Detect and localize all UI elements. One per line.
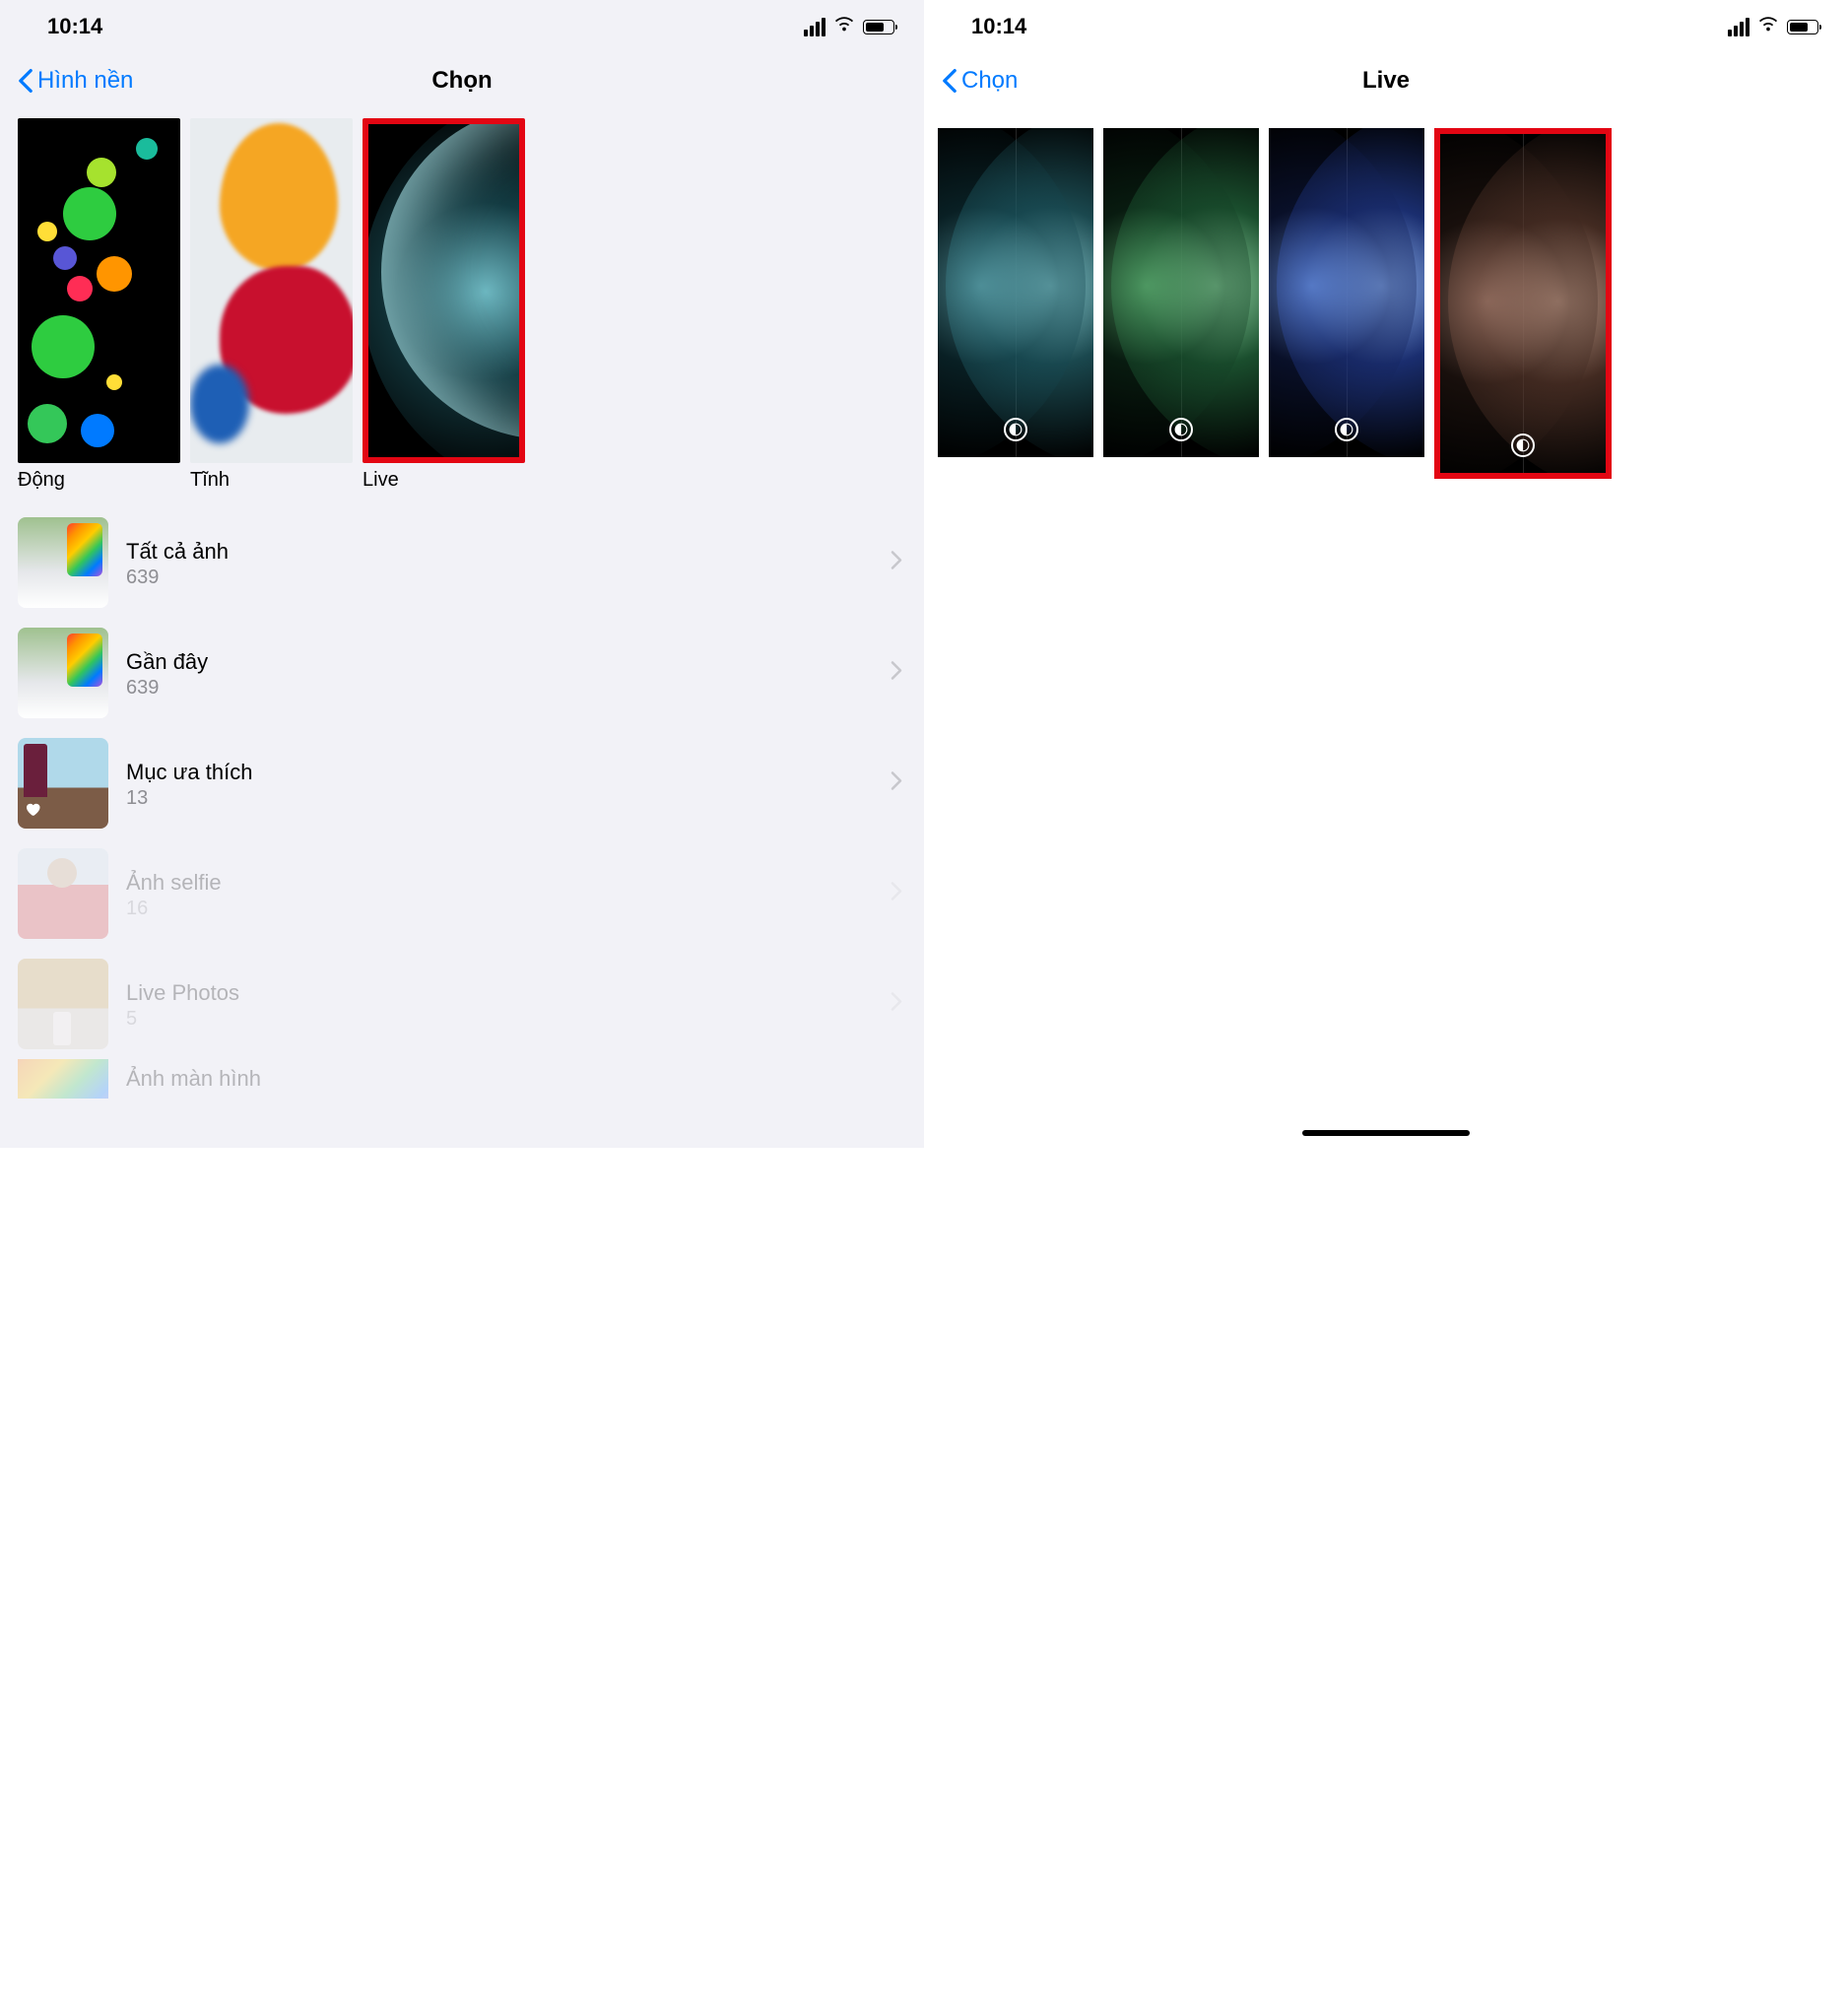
page-title: Chọn	[0, 67, 924, 95]
nav-bar: Chọn Live	[924, 53, 1848, 108]
album-livephotos[interactable]: Live Photos 5	[0, 949, 924, 1059]
albums-list: Tất cả ảnh 639 Gần đây 639	[0, 498, 924, 1099]
wallpaper-blue[interactable]	[1269, 128, 1424, 457]
chevron-right-icon	[891, 992, 902, 1017]
status-bar: 10:14	[924, 0, 1848, 53]
chevron-right-icon	[891, 661, 902, 686]
battery-icon	[863, 20, 894, 34]
category-dong-thumb	[18, 118, 180, 463]
album-livephotos-text: Live Photos 5	[126, 977, 239, 1032]
album-recent-thumb	[18, 628, 108, 718]
status-time: 10:14	[971, 14, 1026, 39]
signal-icon	[1728, 18, 1749, 36]
chevron-right-icon	[891, 771, 902, 796]
back-button[interactable]: Hình nền	[18, 67, 133, 95]
album-livephotos-thumb	[18, 959, 108, 1049]
album-favorites[interactable]: Mục ưa thích 13	[0, 728, 924, 838]
chevron-left-icon	[18, 68, 33, 94]
album-recent-text: Gần đây 639	[126, 646, 208, 700]
signal-icon	[804, 18, 825, 36]
back-label: Chọn	[961, 67, 1018, 95]
status-icons	[804, 13, 894, 40]
album-screenshot-text: Ảnh màn hình	[126, 1063, 261, 1095]
wallpaper-copper[interactable]	[1434, 128, 1612, 479]
status-time: 10:14	[47, 14, 102, 39]
category-dong[interactable]: Động	[18, 118, 180, 492]
back-button[interactable]: Chọn	[942, 67, 1018, 95]
wallpaper-teal[interactable]	[938, 128, 1093, 457]
album-recent[interactable]: Gần đây 639	[0, 618, 924, 728]
darkmode-icon	[1004, 418, 1027, 441]
screen-live: 10:14 Chọn Live	[924, 0, 1848, 1148]
album-all-text: Tất cả ảnh 639	[126, 536, 229, 590]
home-indicator[interactable]	[1302, 1130, 1470, 1136]
chevron-left-icon	[942, 68, 957, 94]
album-favorites-thumb	[18, 738, 108, 829]
album-screenshot-thumb	[18, 1059, 108, 1099]
album-selfie[interactable]: Ảnh selfie 16	[0, 838, 924, 949]
page-title: Live	[924, 67, 1848, 95]
wifi-icon	[833, 13, 855, 40]
category-tinh-label: Tĩnh	[190, 469, 353, 492]
darkmode-icon	[1511, 434, 1535, 457]
empty-area	[0, 1148, 1848, 2001]
darkmode-icon	[1169, 418, 1193, 441]
status-bar: 10:14	[0, 0, 924, 53]
album-selfie-thumb	[18, 848, 108, 939]
category-row: Động Tĩnh Live	[0, 108, 924, 498]
album-all[interactable]: Tất cả ảnh 639	[0, 507, 924, 618]
back-label: Hình nền	[37, 67, 133, 95]
category-live-thumb	[363, 118, 525, 463]
wallpaper-green[interactable]	[1103, 128, 1259, 457]
album-favorites-text: Mục ưa thích 13	[126, 757, 252, 811]
status-icons	[1728, 13, 1818, 40]
album-screenshot[interactable]: Ảnh màn hình	[0, 1059, 924, 1099]
heart-icon	[24, 800, 41, 823]
album-selfie-text: Ảnh selfie 16	[126, 867, 222, 921]
category-live[interactable]: Live	[363, 118, 525, 492]
category-tinh-thumb	[190, 118, 353, 463]
darkmode-icon	[1335, 418, 1358, 441]
category-dong-label: Động	[18, 469, 180, 492]
wallpaper-grid	[924, 108, 1848, 499]
wifi-icon	[1757, 13, 1779, 40]
screen-choose: 10:14 Hình nền Chọn	[0, 0, 924, 1148]
nav-bar: Hình nền Chọn	[0, 53, 924, 108]
category-tinh[interactable]: Tĩnh	[190, 118, 353, 492]
chevron-right-icon	[891, 551, 902, 575]
chevron-right-icon	[891, 882, 902, 906]
album-all-thumb	[18, 517, 108, 608]
battery-icon	[1787, 20, 1818, 34]
category-live-label: Live	[363, 469, 525, 492]
